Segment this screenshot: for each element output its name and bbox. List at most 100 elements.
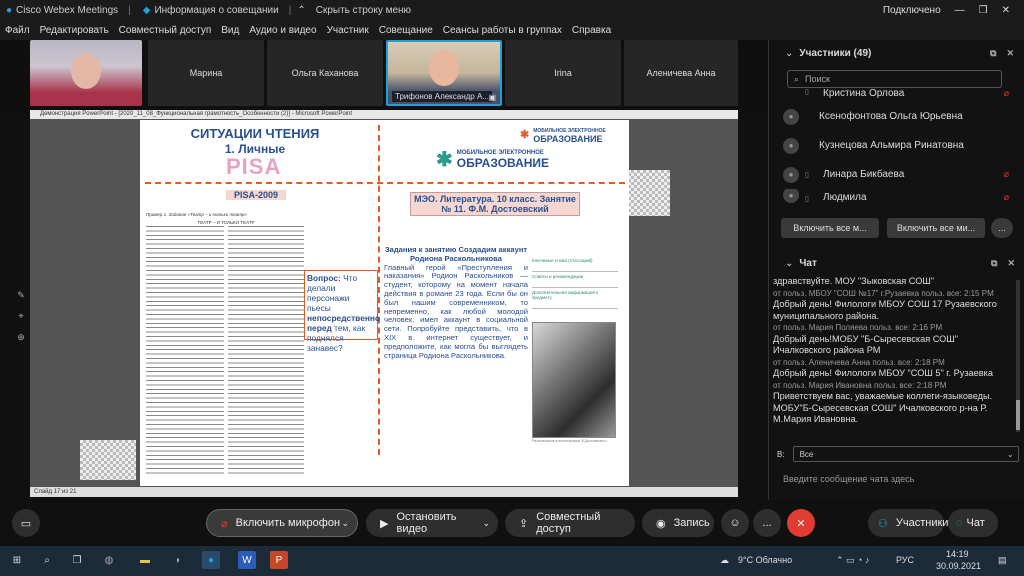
chevron-down-icon[interactable]: ⌄ — [785, 258, 793, 269]
meeting-controls: ▭ ⌀ Включить микрофон ⌄ ▶ Остановить вид… — [0, 500, 1024, 546]
mute-all-button[interactable]: Включить все ми... — [887, 218, 985, 238]
leave-meeting-button[interactable]: ✕ — [787, 509, 815, 537]
chat-toggle[interactable]: ◌ Чат — [948, 509, 998, 537]
ppt-status-bar: Слайд 17 из 21 — [30, 487, 738, 497]
muted-mic-icon[interactable]: ⌀ — [1004, 192, 1009, 203]
dashed-divider-v — [378, 125, 380, 455]
participant-name: Линара Бикбаева — [823, 169, 905, 180]
task-view-icon[interactable]: ❐ — [68, 551, 86, 569]
chat-scrollbar[interactable] — [1016, 280, 1020, 432]
participant-row[interactable]: ● Кузнецова Альмира Ринатовна — [769, 131, 1024, 160]
chat-meta: от польз. Мария Поляева польз. все: 2:16… — [773, 322, 1013, 334]
meo-logo-icon: ✱ — [436, 149, 453, 171]
annotate-icon[interactable]: ✎ — [14, 290, 28, 301]
clock-date: 30.09.2021 — [936, 561, 982, 571]
menu-share[interactable]: Совместный доступ — [119, 25, 212, 36]
menu-file[interactable]: Файл — [5, 25, 30, 36]
device-icon: ▯ — [805, 196, 809, 203]
language-indicator[interactable]: РУС — [896, 555, 914, 565]
caption-button[interactable]: ▭ — [12, 509, 40, 537]
popout-icon[interactable]: ⧉ — [990, 48, 996, 59]
participants-toggle[interactable]: ⚇ Участники — [868, 509, 948, 537]
phone-icon: ▯ — [805, 171, 809, 179]
search-input[interactable]: Поиск — [805, 74, 830, 84]
search-icon[interactable]: ⌕ — [38, 551, 56, 569]
chevron-down-icon[interactable]: ⌄ — [785, 48, 793, 59]
info-icon[interactable]: ◆ — [143, 5, 151, 16]
share-button[interactable]: ⇪ Совместный доступ — [505, 509, 635, 537]
participant-row[interactable]: ● ▯ Линара Бикбаева ⌀ — [769, 160, 1024, 189]
participant-row[interactable]: ● Ксенофонтова Ольга Юрьевна — [769, 102, 1024, 131]
maximize-icon[interactable]: ❐ — [979, 5, 988, 16]
meo-logo-big-bottom: ОБРАЗОВАНИЕ — [456, 156, 550, 170]
raskolnikov-illustration — [532, 322, 616, 438]
video-tile-irina[interactable]: Irina — [505, 40, 621, 106]
close-icon[interactable]: ✕ — [1002, 5, 1010, 16]
scroll-thumb[interactable] — [1016, 400, 1020, 430]
menu-participant[interactable]: Участник — [327, 25, 369, 36]
tile-name: Ольга Каханова — [291, 68, 359, 78]
muted-mic-icon[interactable]: ⌀ — [1004, 88, 1009, 99]
record-button[interactable]: ◉ Запись — [642, 509, 714, 537]
meeting-info-link[interactable]: Информация о совещании — [154, 5, 278, 16]
participants-toggle-label: Участники — [895, 517, 949, 529]
divider: | — [128, 4, 131, 16]
word-icon[interactable]: W — [238, 551, 256, 569]
stop-video-button[interactable]: ▶ Остановить видео ⌄ — [366, 509, 498, 537]
video-tile-olga[interactable]: Ольга Каханова — [267, 40, 383, 106]
close-panel-icon[interactable]: ✕ — [1006, 48, 1014, 59]
menu-breakout[interactable]: Сеансы работы в группах — [443, 25, 562, 36]
menu-edit[interactable]: Редактировать — [40, 25, 109, 36]
edge-icon[interactable]: ◍ — [100, 551, 118, 569]
chat-time: 2:15 PM — [963, 288, 994, 298]
reactions-button[interactable]: ☺ — [721, 509, 749, 537]
menu-meeting[interactable]: Совещание — [379, 25, 433, 36]
participant-row[interactable]: ● ▯ Людмила ⌀ — [769, 189, 1024, 203]
menu-audio-video[interactable]: Аудио и видео — [249, 25, 316, 36]
tray-icons[interactable]: ⌃ ▭ ◔ ♪ — [836, 555, 869, 566]
participants-title: Участники (49) — [799, 47, 872, 59]
participant-row[interactable]: ▯ Кристина Орлова ⌀ — [769, 88, 1024, 102]
task-body: Главный герой «Преступления и наказания»… — [384, 262, 528, 360]
more-button[interactable]: ... — [753, 509, 781, 537]
chevron-down-icon[interactable]: ⌄ — [341, 518, 349, 529]
minimize-icon[interactable]: — — [955, 5, 965, 16]
chevron-down-icon[interactable]: ⌄ — [482, 518, 490, 529]
webex-taskbar-icon[interactable]: ● — [202, 551, 220, 569]
link-extra[interactable]: Дополнительная информация к предмету — [532, 288, 618, 309]
powerpoint-icon[interactable]: P — [270, 551, 288, 569]
explorer-icon[interactable]: ▬ — [136, 551, 154, 569]
chevron-up-icon[interactable]: ⌃ — [297, 5, 305, 16]
notifications-icon[interactable]: ▤ — [998, 555, 1007, 566]
chat-panel: ⌄ Чат ⧉ ✕ — [769, 250, 1024, 276]
video-tile-alenicheva[interactable]: Аленичева Анна — [624, 40, 738, 106]
more-options-button[interactable]: ... — [991, 218, 1013, 238]
close-icon: ✕ — [796, 517, 806, 530]
link-glossary[interactable]: Ключевые слова (глоссарий) — [532, 256, 618, 272]
chat-recipient-row: В: Все ⌄ — [769, 446, 1024, 462]
unmute-all-button[interactable]: Включить все м... — [781, 218, 879, 238]
close-panel-icon[interactable]: ✕ — [1007, 258, 1015, 269]
video-tile-active-speaker[interactable]: Трифонов Александр А... ▣ — [386, 40, 502, 106]
menu-help[interactable]: Справка — [572, 25, 611, 36]
chevron-down-icon: ⌄ — [1006, 449, 1014, 459]
recipient-select[interactable]: Все ⌄ — [792, 446, 1019, 462]
windows-start-icon[interactable]: ⊞ — [8, 551, 26, 569]
popout-icon[interactable]: ⧉ — [991, 258, 997, 269]
chat-input[interactable]: Введите сообщение чата здесь — [783, 474, 914, 484]
video-tile-1[interactable] — [30, 40, 142, 106]
zoom-icon[interactable]: ⊕ — [14, 332, 28, 343]
app-icon[interactable]: ◑ — [168, 551, 186, 569]
participant-search[interactable]: ⌕ Поиск — [787, 70, 1002, 88]
menu-view[interactable]: Вид — [221, 25, 239, 36]
task-heading: Задания к занятию Создадим аккаунт Родио… — [384, 245, 528, 263]
link-tips[interactable]: Советы и рекомендации — [532, 272, 618, 288]
video-tile-marina[interactable]: Марина — [148, 40, 264, 106]
participant-name: Кристина Орлова — [823, 88, 905, 99]
participant-list: ▯ Кристина Орлова ⌀ ● Ксенофонтова Ольга… — [769, 88, 1024, 214]
task-block: Задания к занятию Создадим аккаунт Родио… — [384, 245, 528, 360]
hide-menubar-link[interactable]: Скрыть строку меню — [316, 5, 411, 16]
muted-mic-icon[interactable]: ⌀ — [1004, 169, 1009, 180]
pointer-icon[interactable]: ⌖ — [14, 311, 28, 322]
unmute-button[interactable]: ⌀ Включить микрофон ⌄ — [206, 509, 358, 537]
